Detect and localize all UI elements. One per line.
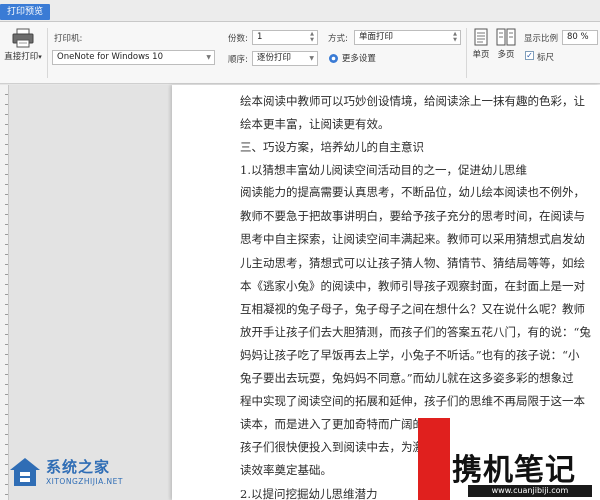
watermark-left-title: 系统之家: [46, 458, 111, 476]
doc-line: 放开手让孩子们去大胆猜测，而孩子们的答案五花八门，有的说：“兔: [240, 325, 591, 339]
printer-value: OneNote for Windows 10: [57, 52, 163, 62]
doc-line: 教师不要急于把故事讲明白，要给予孩子充分的思考时间，在阅读与: [240, 209, 585, 223]
single-page-icon: [474, 28, 488, 46]
copies-label: 份数:: [228, 34, 248, 44]
doc-line: 兔子要出去玩耍，兔妈妈不同意。”而幼儿就在这多姿多彩的想象过: [240, 371, 574, 385]
zoom-label: 显示比例: [524, 34, 559, 44]
multi-page-label: 多页: [497, 50, 515, 60]
gear-icon: [329, 53, 338, 63]
watermark-xitongzhijia: 系统之家 XITONGZHIJIA.NET: [8, 452, 168, 496]
single-page-button[interactable]: 单页: [470, 28, 492, 60]
house-logo-icon: [10, 458, 40, 486]
chevron-down-icon: ▼: [309, 55, 314, 62]
printer-label: 打印机:: [54, 34, 83, 44]
watermark-red-block: [418, 418, 450, 500]
watermark-right-sub: www.cuanjibiji.com: [468, 485, 592, 497]
zoom-select[interactable]: 80 %: [562, 30, 598, 45]
mode-label: 方式:: [328, 34, 348, 44]
direct-print-button[interactable]: 直接打印▾: [2, 28, 44, 62]
multi-page-button[interactable]: 多页: [494, 28, 518, 60]
order-value: 逐份打印: [257, 53, 292, 63]
mode-select[interactable]: 单面打印 ▲ ▼: [354, 30, 461, 45]
doc-line: 绘本阅读中教师可以巧妙创设情境，给阅读涂上一抹有趣的色彩，让: [240, 94, 585, 108]
doc-line: 绘本更丰富，让阅读更有效。: [240, 117, 390, 131]
printer-icon: [12, 28, 34, 48]
doc-line: 读效率奠定基础。: [240, 463, 332, 477]
doc-subheading: 2.以提问挖掘幼儿思维潜力: [240, 487, 378, 500]
doc-line: 思考中自主探索，让阅读空间丰满起来。教师可以采用猜想式启发幼: [240, 232, 585, 246]
doc-line: 本《逃家小兔》的阅读中，教师引导孩子观察封面，在封面上是一对: [240, 279, 585, 293]
vertical-ruler: [0, 85, 9, 500]
single-page-label: 单页: [472, 50, 490, 60]
direct-print-label: 直接打印: [4, 52, 39, 62]
copies-stepper[interactable]: 1 ▲ ▼: [252, 30, 318, 45]
divider: [466, 28, 467, 78]
doc-line: 妈妈让孩子吃了早饭再去上学，小兔子不听话。”也有的孩子说：“小: [240, 348, 580, 362]
ruler-checkbox[interactable]: ✓: [525, 51, 534, 60]
document-page: 绘本阅读中教师可以巧妙创设情境，给阅读涂上一抹有趣的色彩，让 绘本更丰富，让阅读…: [172, 85, 600, 500]
doc-line: 互相凝视的兔子母子，兔子母子之间在想什么？又在说什么呢？教师: [240, 302, 585, 316]
zoom-value: 80 %: [567, 32, 589, 42]
watermark-right-title: 携机笔记: [452, 453, 576, 488]
doc-heading: 三、巧设方案，培养幼儿的自主意识: [240, 140, 424, 154]
chevron-down-icon[interactable]: ▾: [38, 53, 42, 61]
preview-workspace[interactable]: 绘本阅读中教师可以巧妙创设情境，给阅读涂上一抹有趣的色彩，让 绘本更丰富，让阅读…: [0, 85, 600, 500]
divider: [47, 28, 48, 78]
watermark-left-sub: XITONGZHIJIA.NET: [46, 477, 123, 486]
doc-line: 程中实现了阅读空间的拓展和延伸，孩子们的思维不再局限于这一本: [240, 394, 585, 408]
order-select[interactable]: 逐份打印 ▼: [252, 51, 318, 66]
more-settings-label: 更多设置: [341, 54, 376, 64]
spin-arrows-icon: ▲ ▼: [453, 31, 457, 43]
doc-line: 阅读能力的提高需要认真思考，不断品位，幼儿绘本阅读也不例外，: [240, 185, 585, 199]
multi-page-icon: [496, 28, 516, 46]
doc-line: 读本，而是进入了更加奇特而广阔的空: [240, 417, 436, 431]
printer-select[interactable]: OneNote for Windows 10 ▼: [52, 50, 215, 65]
watermark-cuanjibiji: 携机笔记 www.cuanjibiji.com: [448, 445, 600, 500]
doc-line: 孩子们很快便投入到阅读中去，为激发: [240, 440, 436, 454]
doc-subheading: 1.以猜想丰富幼儿阅读空间活动目的之一，促进幼儿思维: [240, 163, 527, 177]
mode-value: 单面打印: [359, 32, 394, 42]
doc-line: 儿主动思考，猜想式可以让孩子猜人物、猜情节、猜结局等等，如绘: [240, 256, 585, 270]
tab-bar: 打印预览: [0, 0, 600, 22]
copies-value: 1: [257, 32, 263, 42]
ruler-label: 标尺: [537, 53, 555, 63]
chevron-down-icon: ▼: [206, 54, 211, 61]
more-settings-button[interactable]: 更多设置: [328, 52, 376, 66]
order-label: 顺序:: [228, 55, 248, 65]
tab-print-preview[interactable]: 打印预览: [0, 4, 51, 20]
print-preview-toolbar: 直接打印▾ 打印机: OneNote for Windows 10 ▼ 份数: …: [0, 22, 600, 84]
spin-arrows-icon[interactable]: ▲ ▼: [309, 31, 315, 43]
